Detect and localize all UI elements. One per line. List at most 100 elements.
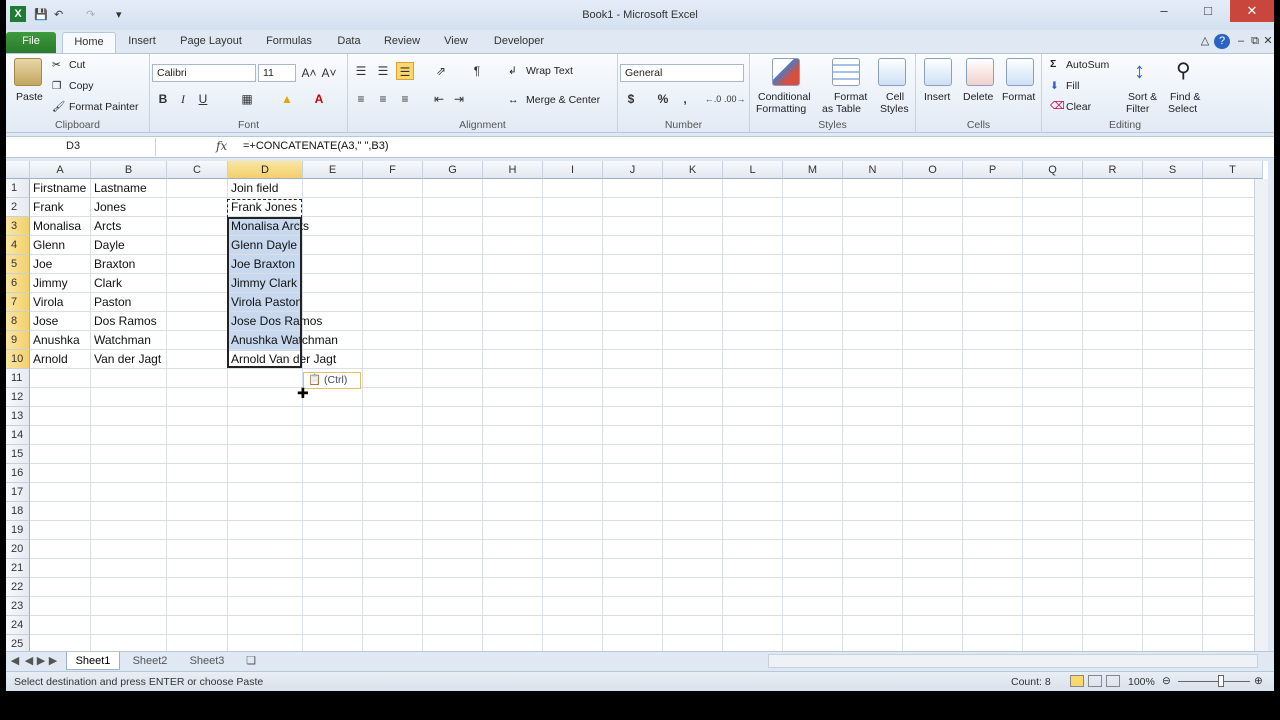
insert-cells-button[interactable]: Insert [924,91,950,103]
merge-center-icon[interactable]: ↔ [508,94,519,106]
sheet-tab-2[interactable]: Sheet2 [124,652,176,670]
paste-button[interactable]: Paste [16,91,43,103]
zoom-slider-thumb[interactable] [1218,675,1224,687]
cell-a4[interactable]: Glenn [31,236,65,255]
format-painter-icon[interactable]: 🖌 [52,100,65,113]
minimize-ribbon-icon[interactable]: △ [1198,32,1212,53]
last-sheet-icon[interactable]: ▶ [48,652,58,670]
percent-button[interactable]: % [654,90,672,108]
format-as-table-button[interactable]: Format [834,91,867,103]
next-sheet-icon[interactable]: ▶ [36,652,46,670]
sheet-tab-3[interactable]: Sheet3 [181,652,233,670]
italic-button[interactable]: I [174,90,192,108]
column-header-l[interactable]: L [723,161,783,179]
cell-a2[interactable]: Frank [31,198,64,217]
row-header-19[interactable]: 19 [6,521,30,540]
column-header-b[interactable]: B [91,161,167,179]
row-header-4[interactable]: 4 [6,236,30,255]
window-restore-icon[interactable]: ⧉ [1249,32,1261,53]
cell-a10[interactable]: Arnold [31,350,68,369]
column-header-n[interactable]: N [843,161,903,179]
cut-icon[interactable]: ✂ [52,59,61,71]
row-header-17[interactable]: 17 [6,483,30,502]
cell-a1[interactable]: Firstname [31,179,86,198]
zoom-in-icon[interactable]: ⊕ [1254,675,1263,687]
minimize-button[interactable]: – [1142,0,1186,22]
merge-center-button[interactable]: Merge & Center [526,94,600,106]
row-header-20[interactable]: 20 [6,540,30,559]
format-painter-button[interactable]: Format Painter [69,101,138,113]
horizontal-scrollbar[interactable] [768,654,1258,668]
increase-decimal-icon[interactable]: ←.0 [704,90,722,108]
row-header-2[interactable]: 2 [6,198,30,217]
cell-styles-button[interactable]: Cell [886,91,904,103]
row-header-15[interactable]: 15 [6,445,30,464]
copy-button[interactable]: Copy [69,80,94,92]
column-header-e[interactable]: E [303,161,363,179]
cell-a7[interactable]: Virola [31,293,63,312]
column-header-t[interactable]: T [1203,161,1263,179]
column-header-m[interactable]: M [783,161,843,179]
font-name-combo[interactable]: Calibri [152,64,256,82]
clear-button[interactable]: Clear [1066,101,1091,113]
row-header-3[interactable]: 3 [6,217,30,236]
conditional-formatting-button[interactable]: Conditional [758,91,811,103]
borders-icon[interactable]: ▦ [238,90,256,108]
normal-view-icon[interactable] [1070,675,1084,687]
insert-function-icon[interactable]: fx [216,139,227,153]
cell-b8[interactable]: Dos Ramos [92,312,157,331]
column-header-s[interactable]: S [1143,161,1203,179]
bold-button[interactable]: B [154,90,172,108]
fill-icon[interactable]: ⬇ [1050,80,1059,92]
cell-b1[interactable]: Lastname [92,179,147,198]
page-layout-view-icon[interactable] [1088,675,1102,687]
wrap-text-icon[interactable]: ↲ [508,65,517,77]
column-header-i[interactable]: I [543,161,603,179]
column-header-a[interactable]: A [30,161,91,179]
cell-b4[interactable]: Dayle [92,236,125,255]
font-color-icon[interactable]: A [310,90,328,108]
prev-sheet-icon[interactable]: ◀ [24,652,34,670]
row-header-9[interactable]: 9 [6,331,30,350]
increase-indent-icon[interactable]: ⇥ [450,90,468,108]
shrink-font-icon[interactable]: A˅ [320,64,338,82]
insert-cells-icon[interactable] [924,58,952,86]
column-header-k[interactable]: K [663,161,723,179]
number-format-combo[interactable]: General [620,64,744,82]
delete-cells-button[interactable]: Delete [963,91,993,103]
column-header-o[interactable]: O [903,161,963,179]
cell-a5[interactable]: Joe [31,255,52,274]
cell-b9[interactable]: Watchman [92,331,151,350]
cell-b10[interactable]: Van der Jagt [92,350,161,369]
align-left-icon[interactable]: ≡ [352,90,370,108]
column-header-r[interactable]: R [1083,161,1143,179]
cell-d1[interactable]: Join field [229,179,278,198]
column-header-f[interactable]: F [363,161,423,179]
paste-icon[interactable] [14,58,42,86]
select-all-corner[interactable] [6,161,30,179]
window-close-icon[interactable]: ✕ [1262,32,1274,53]
row-header-23[interactable]: 23 [6,597,30,616]
cell-b6[interactable]: Clark [92,274,122,293]
decrease-indent-icon[interactable]: ⇤ [430,90,448,108]
cell-b5[interactable]: Braxton [92,255,135,274]
zoom-level[interactable]: 100% [1128,676,1155,688]
row-header-1[interactable]: 1 [6,179,30,198]
worksheet-grid[interactable]: ABCDEFGHIJKLMNOPQRST 1 2 3 4 5 6 7 8 9 10 11 12 13 14… [6,161,1268,651]
row-header-7[interactable]: 7 [6,293,30,312]
maximize-button[interactable]: □ [1186,0,1230,22]
clear-icon[interactable]: ⌫ [1050,100,1065,112]
cell-a3[interactable]: Monalisa [31,217,81,236]
fill-button[interactable]: Fill [1066,80,1079,92]
first-sheet-icon[interactable]: ◀ [10,652,20,670]
row-header-14[interactable]: 14 [6,426,30,445]
currency-button[interactable]: $ [622,90,640,108]
paste-options-button[interactable]: 📋 (Ctrl) [303,372,361,389]
grow-font-icon[interactable]: A˄ [300,64,318,82]
cut-button[interactable]: Cut [69,59,85,71]
row-header-11[interactable]: 11 [6,369,30,388]
align-top-icon[interactable]: ☰ [352,62,370,80]
tab-insert[interactable]: Insert [120,32,164,53]
column-header-j[interactable]: J [603,161,663,179]
tab-review[interactable]: Review [378,32,426,53]
